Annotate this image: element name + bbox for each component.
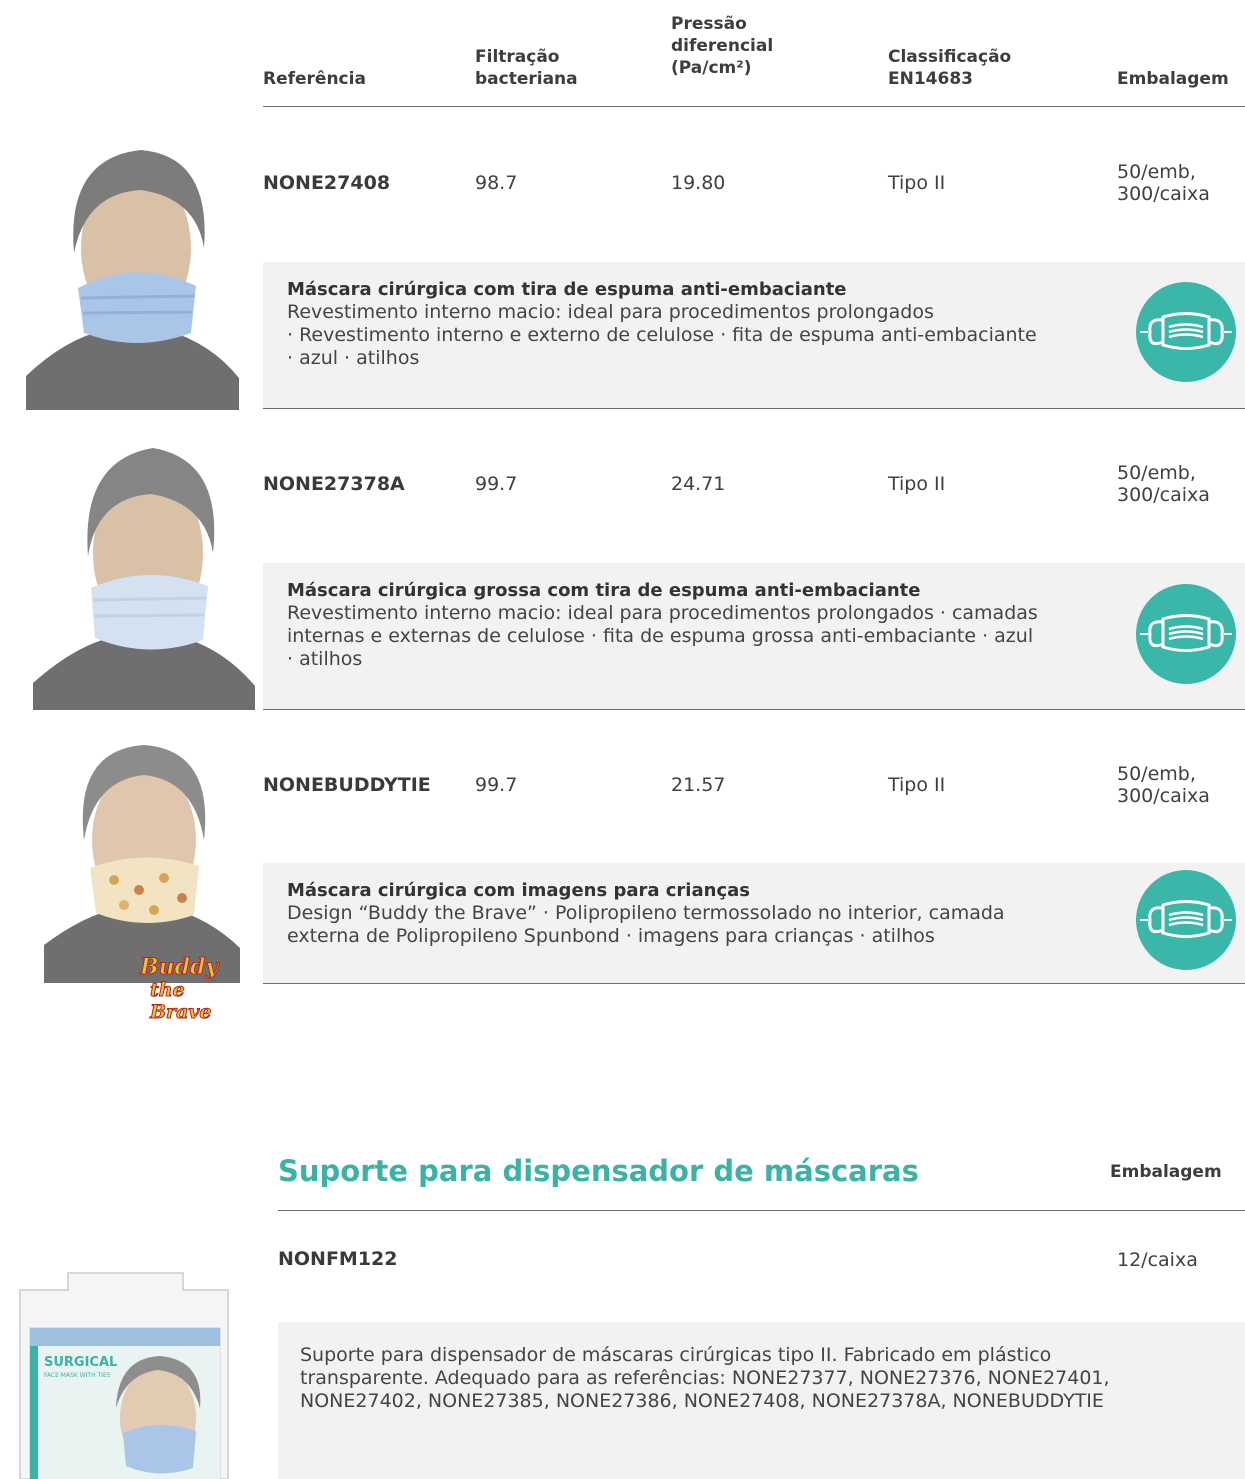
header-divider [263, 106, 1245, 107]
row2-classification: Tipo II [888, 473, 946, 495]
row1-classification: Tipo II [888, 172, 946, 194]
product-photo-mask-1 [26, 138, 239, 410]
dispenser-description-line1: Suporte para dispensador de máscaras cir… [300, 1344, 1052, 1366]
row1-description-line3: · azul · atilhos [287, 347, 420, 369]
row2-description-line3: · atilhos [287, 648, 363, 670]
row2-description-line1: Revestimento interno macio: ideal para p… [287, 602, 1038, 624]
header-reference: Referência [263, 69, 366, 89]
dispenser-description: Suporte para dispensador de máscaras cir… [278, 1322, 1245, 1479]
section-title: Suporte para dispensador de máscaras [278, 1154, 919, 1188]
header-filtration-line2: bacteriana [475, 69, 578, 89]
header-filtration: Filtração bacteriana [475, 46, 578, 90]
row2-divider [263, 709, 1245, 710]
header-pressure-line1: Pressão [671, 14, 747, 34]
row3-description-line1: Design “Buddy the Brave” · Polipropileno… [287, 902, 1005, 924]
row3-classification: Tipo II [888, 774, 946, 796]
row2-packaging-line1: 50/emb, [1117, 462, 1196, 484]
header-pressure: Pressão diferencial (Pa/cm²) [671, 13, 773, 79]
row3-divider [263, 983, 1245, 984]
row2-description-line2: internas e externas de celulose · fita d… [287, 625, 1034, 647]
row2-description-title: Máscara cirúrgica grossa com tira de esp… [287, 580, 921, 601]
row1-packaging-line1: 50/emb, [1117, 161, 1196, 183]
logo-line2: the Brave [150, 979, 213, 1024]
product-photo-dispenser: SURGICAL FACE MASK WITH TIES [8, 1268, 240, 1479]
dispenser-packaging: 12/caixa [1117, 1249, 1198, 1271]
row3-packaging-line1: 50/emb, [1117, 763, 1196, 785]
mask-icon [1136, 282, 1236, 382]
row2-reference: NONE27378A [263, 473, 405, 495]
dispenser-description-line2: transparente. Adequado para as referênci… [300, 1367, 1110, 1389]
row2-packaging: 50/emb, 300/caixa [1117, 462, 1210, 506]
header-packaging: Embalagem [1117, 69, 1229, 89]
buddy-the-brave-logo: Buddy the Brave [140, 954, 240, 1024]
row1-description-line2: · Revestimento interno e externo de celu… [287, 324, 1037, 346]
header-pressure-line2: diferencial [671, 36, 774, 56]
row1-packaging: 50/emb, 300/caixa [1117, 161, 1210, 205]
row3-reference: NONEBUDDYTIE [263, 774, 431, 796]
dispenser-header-divider [278, 1210, 1245, 1211]
row2-pressure: 24.71 [671, 473, 726, 495]
row3-pressure: 21.57 [671, 774, 726, 796]
header-classification: Classificação EN14683 [888, 46, 1011, 90]
row2-description: Máscara cirúrgica grossa com tira de esp… [263, 563, 1245, 709]
row1-description: Máscara cirúrgica com tira de espuma ant… [263, 262, 1245, 408]
dispenser-reference: NONFM122 [278, 1248, 398, 1270]
row2-packaging-line2: 300/caixa [1117, 484, 1210, 506]
row3-description: Máscara cirúrgica com imagens para crian… [263, 863, 1245, 983]
mask-icon [1136, 870, 1236, 970]
row1-filtration: 98.7 [475, 172, 518, 194]
box-label-surgical: SURGICAL [44, 1355, 118, 1370]
box-label-subtitle: FACE MASK WITH TIES [44, 1372, 111, 1379]
product-photo-mask-2 [33, 438, 255, 710]
row1-reference: NONE27408 [263, 172, 391, 194]
mask-icon [1136, 584, 1236, 684]
row3-filtration: 99.7 [475, 774, 518, 796]
logo-line1: Buddy [140, 954, 219, 980]
row1-pressure: 19.80 [671, 172, 726, 194]
row3-packaging: 50/emb, 300/caixa [1117, 763, 1210, 807]
product-photo-mask-3 [44, 740, 240, 983]
row3-description-title: Máscara cirúrgica com imagens para crian… [287, 880, 750, 901]
header-classification-line2: EN14683 [888, 69, 973, 89]
row2-filtration: 99.7 [475, 473, 518, 495]
row3-packaging-line2: 300/caixa [1117, 785, 1210, 807]
dispenser-description-line3: NONE27402, NONE27385, NONE27386, NONE274… [300, 1390, 1104, 1412]
row1-packaging-line2: 300/caixa [1117, 183, 1210, 205]
row1-description-title: Máscara cirúrgica com tira de espuma ant… [287, 279, 847, 300]
header-filtration-line1: Filtração [475, 47, 560, 67]
header-classification-line1: Classificação [888, 47, 1012, 67]
row1-description-line1: Revestimento interno macio: ideal para p… [287, 301, 934, 323]
row3-description-line2: externa de Polipropileno Spunbond · imag… [287, 925, 935, 947]
row1-divider [263, 408, 1245, 409]
dispenser-packaging-header: Embalagem [1110, 1162, 1222, 1182]
header-pressure-line3: (Pa/cm²) [671, 58, 752, 78]
